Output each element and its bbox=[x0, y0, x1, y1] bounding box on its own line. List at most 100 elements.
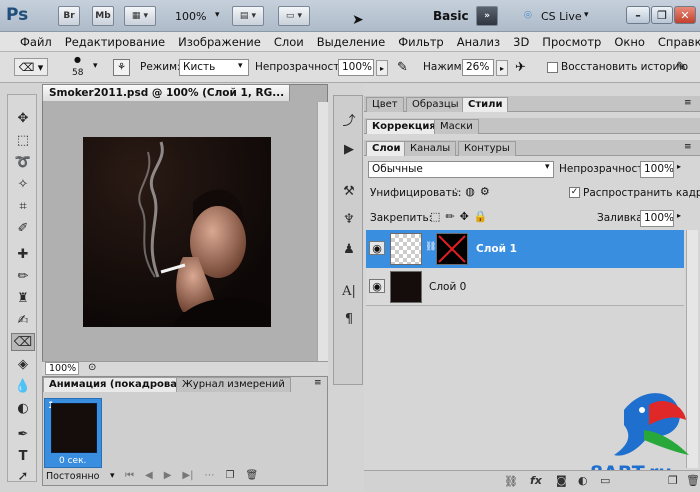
menu-edit[interactable]: Редактирование bbox=[59, 35, 172, 49]
zoom-dropdown-icon[interactable]: ▾ bbox=[215, 10, 220, 20]
tab-layers[interactable]: Слои bbox=[366, 141, 407, 156]
blend-mode-select[interactable]: Обычные bbox=[368, 161, 554, 178]
propagate-checkbox[interactable]: ✓ bbox=[569, 187, 580, 198]
brush-picker-dropdown-icon[interactable]: ▾ bbox=[93, 61, 98, 71]
lock-position-icon[interactable]: ✥ bbox=[460, 210, 469, 223]
pen-tool-icon[interactable]: ✒ bbox=[11, 425, 35, 443]
link-layers-icon[interactable]: ⛓ bbox=[504, 475, 518, 488]
paint-bucket-tool-icon[interactable]: ◈ bbox=[11, 355, 35, 373]
menu-select[interactable]: Выделение bbox=[311, 35, 393, 49]
brush-size-value[interactable]: 58 bbox=[72, 68, 83, 78]
move-tool-icon[interactable]: ✥ bbox=[11, 109, 35, 127]
first-frame-icon[interactable]: ⏮ bbox=[125, 470, 134, 484]
lasso-tool-icon[interactable]: ➰ bbox=[11, 153, 35, 171]
layer-mask-thumbnail[interactable] bbox=[436, 233, 468, 265]
layer-row[interactable]: ◉ Слой 0 bbox=[366, 268, 684, 306]
tool-presets-icon[interactable]: ⚒ bbox=[337, 182, 361, 200]
menu-file[interactable]: Файл bbox=[14, 35, 59, 49]
layer-name[interactable]: Слой 0 bbox=[429, 281, 466, 293]
visibility-eye-icon[interactable]: ◉ bbox=[369, 279, 385, 293]
cs-live-dropdown-icon[interactable]: ▾ bbox=[584, 10, 589, 20]
eyedropper-tool-icon[interactable]: ✐ bbox=[11, 219, 35, 237]
unify-style-icon[interactable]: ⚙ bbox=[480, 185, 490, 198]
mini-bridge-button[interactable]: Mb bbox=[92, 6, 114, 26]
crop-tool-icon[interactable]: ⌗ bbox=[11, 197, 35, 215]
unify-position-icon[interactable]: ⁘ bbox=[451, 185, 460, 198]
mode-dropdown-icon[interactable]: ▾ bbox=[238, 61, 243, 71]
brush-panel-icon[interactable]: ⚘ bbox=[113, 59, 130, 76]
menu-window[interactable]: Окно bbox=[608, 35, 652, 49]
menu-filter[interactable]: Фильтр bbox=[392, 35, 451, 49]
delete-frame-icon[interactable]: 🗑 bbox=[245, 470, 258, 484]
tab-paths[interactable]: Контуры bbox=[458, 141, 516, 156]
document-scrollbar[interactable] bbox=[317, 102, 328, 361]
menu-help[interactable]: Справка bbox=[652, 35, 700, 49]
healing-brush-tool-icon[interactable]: ✚ bbox=[11, 245, 35, 263]
dodge-tool-icon[interactable]: ◐ bbox=[11, 399, 35, 417]
menu-image[interactable]: Изображение bbox=[172, 35, 268, 49]
panel-menu-icon[interactable]: ≡ bbox=[684, 142, 692, 152]
tab-measurement-log[interactable]: Журнал измерений bbox=[176, 377, 291, 392]
lock-transparency-icon[interactable]: ⬚ bbox=[430, 210, 440, 223]
marquee-tool-icon[interactable]: ⬚ bbox=[11, 131, 35, 149]
layer-style-icon[interactable]: fx bbox=[530, 474, 542, 487]
menu-3d[interactable]: 3D bbox=[507, 35, 536, 49]
animation-frame[interactable]: 1 0 сек. bbox=[44, 398, 102, 468]
image-canvas[interactable] bbox=[83, 137, 271, 327]
view-extras-button[interactable]: ▦ ▾ bbox=[124, 6, 156, 26]
screen-mode-button[interactable]: ▭ ▾ bbox=[278, 6, 310, 26]
document-zoom-field[interactable]: 100% bbox=[45, 362, 79, 375]
opacity-slider-arrow-icon[interactable]: ▸ bbox=[376, 60, 388, 76]
tab-channels[interactable]: Каналы bbox=[404, 141, 457, 156]
new-layer-icon[interactable]: ❐ bbox=[668, 474, 678, 487]
pressure-input[interactable]: 26% bbox=[462, 59, 494, 76]
adjustment-layer-icon[interactable]: ◐ bbox=[578, 474, 588, 487]
layer-opacity-input[interactable]: 100% bbox=[640, 161, 674, 178]
history-checkbox[interactable] bbox=[547, 62, 558, 73]
quick-selection-tool-icon[interactable]: ✧ bbox=[11, 175, 35, 193]
cs-live-button[interactable]: CS Live bbox=[541, 10, 582, 23]
layer-row-selected[interactable]: ◉ ⛓ Слой 1 bbox=[366, 230, 684, 268]
visibility-eye-icon[interactable]: ◉ bbox=[369, 241, 385, 255]
brush-panel-strip-icon[interactable]: ♆ bbox=[337, 210, 361, 228]
opacity-input[interactable]: 100% bbox=[338, 59, 374, 76]
menu-layers[interactable]: Слои bbox=[268, 35, 311, 49]
document-tab[interactable]: Smoker2011.psd @ 100% (Слой 1, RG... bbox=[42, 84, 290, 101]
tablet-size-icon[interactable]: ✎ bbox=[676, 60, 687, 75]
minimize-button[interactable]: – bbox=[626, 6, 650, 24]
arrange-documents-button[interactable]: ▤ ▾ bbox=[232, 6, 264, 26]
new-group-icon[interactable]: ▭ bbox=[600, 474, 610, 487]
loop-select[interactable]: Постоянно bbox=[46, 471, 99, 482]
clone-stamp-tool-icon[interactable]: ♜ bbox=[11, 289, 35, 307]
menu-analysis[interactable]: Анализ bbox=[451, 35, 507, 49]
pressure-slider-arrow-icon[interactable]: ▸ bbox=[496, 60, 508, 76]
blur-tool-icon[interactable]: 💧 bbox=[11, 377, 35, 395]
status-info-icon[interactable]: ⊙ bbox=[88, 362, 96, 373]
tab-styles[interactable]: Стили bbox=[462, 97, 509, 112]
frame-delay[interactable]: 0 сек. bbox=[59, 456, 86, 466]
eraser-tool-icon[interactable]: ⌫ bbox=[11, 333, 35, 351]
tab-animation[interactable]: Анимация (покадровая) bbox=[43, 377, 194, 392]
clone-source-icon[interactable]: ♟ bbox=[337, 240, 361, 258]
layer-name[interactable]: Слой 1 bbox=[476, 243, 517, 255]
tablet-opacity-icon[interactable]: ✎ bbox=[397, 60, 408, 75]
workspace-label[interactable]: Basic bbox=[433, 9, 469, 23]
panel-collapse-icon[interactable]: ≡ bbox=[684, 98, 692, 108]
lock-pixels-icon[interactable]: ✏ bbox=[445, 210, 454, 223]
play-icon[interactable]: ▶ bbox=[164, 470, 172, 484]
duplicate-frame-icon[interactable]: ❐ bbox=[225, 470, 234, 484]
type-tool-icon[interactable]: T bbox=[11, 447, 35, 465]
unify-visibility-icon[interactable]: ◍ bbox=[465, 185, 475, 198]
close-button[interactable]: ✕ bbox=[674, 6, 696, 24]
eraser-preset-icon[interactable]: ⌫ ▾ bbox=[14, 58, 48, 76]
history-panel-icon[interactable]: ⤴ bbox=[337, 110, 361, 129]
tab-masks[interactable]: Маски bbox=[434, 119, 479, 134]
airbrush-icon[interactable]: ✈ bbox=[515, 60, 526, 75]
path-selection-tool-icon[interactable]: ➚ bbox=[11, 467, 35, 485]
fill-arrow-icon[interactable]: ▸ bbox=[677, 211, 681, 220]
tab-color[interactable]: Цвет bbox=[366, 97, 404, 112]
animation-panel-menu-icon[interactable]: ≡ bbox=[314, 378, 322, 388]
history-brush-tool-icon[interactable]: ✍ bbox=[11, 311, 35, 329]
tab-adjustments[interactable]: Коррекция bbox=[366, 119, 442, 134]
menu-view[interactable]: Просмотр bbox=[536, 35, 608, 49]
